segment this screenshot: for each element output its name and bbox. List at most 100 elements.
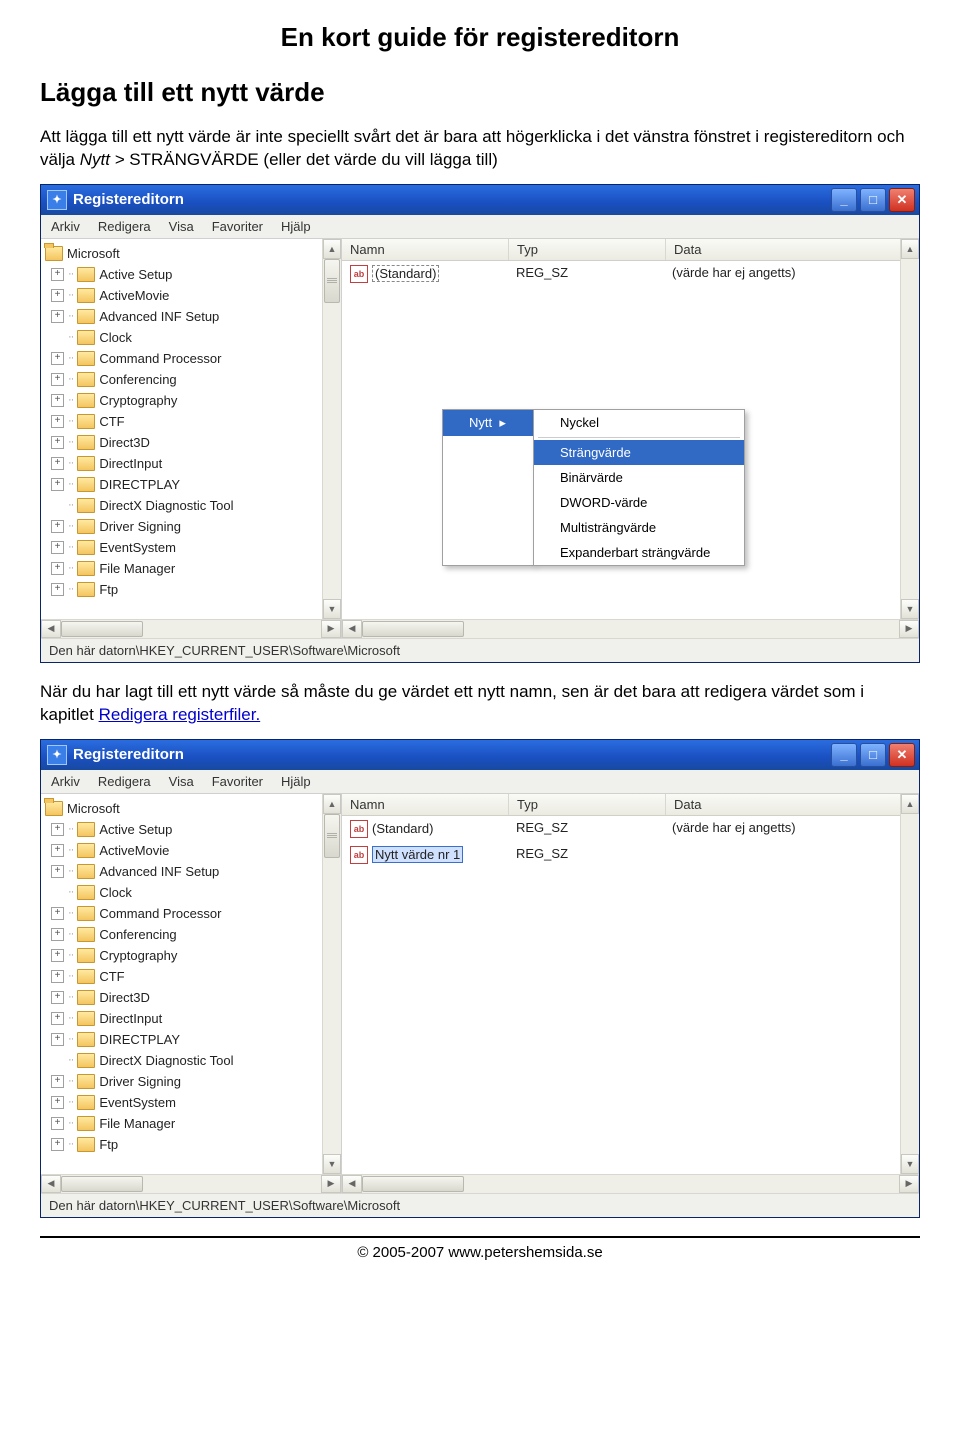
expander-icon[interactable]: + (51, 373, 64, 386)
tree-item[interactable]: ··DirectX Diagnostic Tool (45, 495, 341, 516)
menu-arkiv[interactable]: Arkiv (51, 774, 80, 789)
expander-icon[interactable]: + (51, 394, 64, 407)
tree-pane[interactable]: Microsoft +··Active Setup+··ActiveMovie+… (41, 794, 342, 1174)
col-type[interactable]: Typ (509, 794, 666, 815)
tree-hscroll[interactable]: ◀ ▶ (41, 619, 341, 638)
expander-icon[interactable]: + (51, 928, 64, 941)
minimize-button[interactable]: _ (831, 743, 857, 767)
scroll-thumb[interactable] (324, 259, 340, 303)
tree-vscroll[interactable]: ▲ ▼ (322, 794, 341, 1174)
col-type[interactable]: Typ (509, 239, 666, 260)
expander-icon[interactable]: + (51, 907, 64, 920)
ctx-item[interactable]: Multisträngvärde (534, 515, 744, 540)
tree-item[interactable]: +··Direct3D (45, 432, 341, 453)
col-name[interactable]: Namn (342, 239, 509, 260)
expander-icon[interactable]: + (51, 562, 64, 575)
tree-item[interactable]: +··Conferencing (45, 924, 341, 945)
expander-icon[interactable]: + (51, 1012, 64, 1025)
expander-icon[interactable]: + (51, 949, 64, 962)
minimize-button[interactable]: _ (831, 188, 857, 212)
value-row-new[interactable]: ab Nytt värde nr 1 REG_SZ (342, 842, 919, 868)
scroll-down-icon[interactable]: ▼ (323, 599, 341, 619)
tree-pane[interactable]: Microsoft +··Active Setup+··ActiveMovie+… (41, 239, 342, 619)
expander-icon[interactable]: + (51, 823, 64, 836)
tree-item[interactable]: +··CTF (45, 966, 341, 987)
tree-item[interactable]: +··Driver Signing (45, 1071, 341, 1092)
expander-icon[interactable]: + (51, 1075, 64, 1088)
values-pane[interactable]: Namn Typ Data ab (Standard) REG_SZ (värd… (342, 239, 919, 619)
tree-item[interactable]: +··DIRECTPLAY (45, 474, 341, 495)
tree-item[interactable]: +··Advanced INF Setup (45, 306, 341, 327)
expander-icon[interactable]: + (51, 436, 64, 449)
values-hscroll[interactable]: ◀ ▶ (342, 1174, 919, 1193)
expander-icon[interactable]: + (51, 1096, 64, 1109)
ctx-item[interactable]: Nyckel (534, 410, 744, 435)
tree-item[interactable]: +··Command Processor (45, 903, 341, 924)
menu-redigera[interactable]: Redigera (98, 219, 151, 234)
tree-item[interactable]: +··File Manager (45, 558, 341, 579)
tree-item[interactable]: +··EventSystem (45, 1092, 341, 1113)
menu-redigera[interactable]: Redigera (98, 774, 151, 789)
expander-icon[interactable]: + (51, 457, 64, 470)
tree-item[interactable]: +··CTF (45, 411, 341, 432)
tree-item[interactable]: +··DIRECTPLAY (45, 1029, 341, 1050)
tree-item[interactable]: +··File Manager (45, 1113, 341, 1134)
tree-item[interactable]: +··Command Processor (45, 348, 341, 369)
tree-item[interactable]: +··DirectInput (45, 453, 341, 474)
tree-item[interactable]: +··Cryptography (45, 390, 341, 411)
ctx-parent-nytt[interactable]: Nytt ▸ (443, 410, 533, 436)
expander-icon[interactable]: + (51, 1138, 64, 1151)
tree-vscroll[interactable]: ▲ ▼ (322, 239, 341, 619)
menu-hjalp[interactable]: Hjälp (281, 774, 311, 789)
link-redigera-registerfiler[interactable]: Redigera registerfiler. (99, 705, 261, 724)
expander-icon[interactable]: + (51, 1033, 64, 1046)
close-button[interactable]: ✕ (889, 743, 915, 767)
scroll-up-icon[interactable]: ▲ (323, 239, 341, 259)
maximize-button[interactable]: □ (860, 188, 886, 212)
ctx-item[interactable]: Binärvärde (534, 465, 744, 490)
expander-icon[interactable]: + (51, 970, 64, 983)
col-data[interactable]: Data (666, 794, 919, 815)
expander-icon[interactable]: + (51, 478, 64, 491)
tree-item[interactable]: +··Driver Signing (45, 516, 341, 537)
expander-icon[interactable]: + (51, 310, 64, 323)
tree-item[interactable]: +··Cryptography (45, 945, 341, 966)
tree-root[interactable]: Microsoft (45, 798, 341, 819)
expander-icon[interactable]: + (51, 520, 64, 533)
expander-icon[interactable]: + (51, 352, 64, 365)
tree-item[interactable]: +··Active Setup (45, 819, 341, 840)
tree-item[interactable]: +··EventSystem (45, 537, 341, 558)
expander-icon[interactable]: + (51, 541, 64, 554)
values-vscroll[interactable]: ▲ ▼ (900, 794, 919, 1174)
tree-item[interactable]: +··Advanced INF Setup (45, 861, 341, 882)
expander-icon[interactable]: + (51, 991, 64, 1004)
menu-visa[interactable]: Visa (169, 774, 194, 789)
tree-item[interactable]: ··Clock (45, 327, 341, 348)
value-row-default[interactable]: ab (Standard) REG_SZ (värde har ej anget… (342, 261, 919, 287)
value-row-default[interactable]: ab (Standard) REG_SZ (värde har ej anget… (342, 816, 919, 842)
maximize-button[interactable]: □ (860, 743, 886, 767)
tree-hscroll[interactable]: ◀ ▶ (41, 1174, 341, 1193)
tree-item[interactable]: +··ActiveMovie (45, 285, 341, 306)
tree-item[interactable]: +··Ftp (45, 579, 341, 600)
close-button[interactable]: ✕ (889, 188, 915, 212)
menu-favoriter[interactable]: Favoriter (212, 219, 263, 234)
ctx-item[interactable]: Strängvärde (534, 440, 744, 465)
values-vscroll[interactable]: ▲ ▼ (900, 239, 919, 619)
ctx-item[interactable]: DWORD-värde (534, 490, 744, 515)
tree-item[interactable]: +··DirectInput (45, 1008, 341, 1029)
tree-item[interactable]: +··Direct3D (45, 987, 341, 1008)
expander-icon[interactable]: + (51, 865, 64, 878)
tree-item[interactable]: +··Active Setup (45, 264, 341, 285)
values-hscroll[interactable]: ◀ ▶ (342, 619, 919, 638)
expander-icon[interactable]: + (51, 415, 64, 428)
menu-hjalp[interactable]: Hjälp (281, 219, 311, 234)
menu-visa[interactable]: Visa (169, 219, 194, 234)
values-pane[interactable]: Namn Typ Data ab (Standard) REG_SZ (värd… (342, 794, 919, 1174)
tree-item[interactable]: ··Clock (45, 882, 341, 903)
tree-item[interactable]: ··DirectX Diagnostic Tool (45, 1050, 341, 1071)
menu-favoriter[interactable]: Favoriter (212, 774, 263, 789)
expander-icon[interactable]: + (51, 268, 64, 281)
new-value-name-input[interactable]: Nytt värde nr 1 (372, 846, 463, 863)
col-data[interactable]: Data (666, 239, 919, 260)
